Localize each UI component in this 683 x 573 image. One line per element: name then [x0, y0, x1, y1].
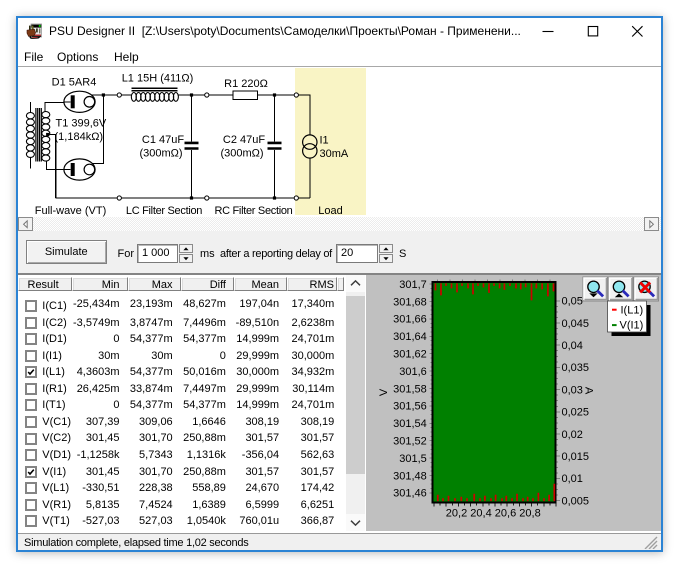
svg-text:20,8: 20,8	[519, 507, 540, 519]
svg-text:LC Filter Section: LC Filter Section	[125, 205, 201, 217]
svg-text:301,68: 301,68	[393, 296, 427, 308]
svg-text:V: V	[378, 388, 390, 396]
svg-text:(300mΩ): (300mΩ)	[220, 147, 263, 159]
svg-text:0,025: 0,025	[562, 406, 590, 418]
svg-text:T1 399,6V: T1 399,6V	[55, 117, 106, 129]
svg-text:20,2: 20,2	[446, 507, 467, 519]
svg-text:301,56: 301,56	[393, 400, 427, 412]
svg-text:30mA: 30mA	[319, 148, 348, 160]
svg-text:20,4: 20,4	[470, 507, 491, 519]
svg-text:301,58: 301,58	[393, 383, 427, 395]
svg-text:301,54: 301,54	[393, 418, 427, 430]
svg-text:Full-wave (VT): Full-wave (VT)	[34, 205, 106, 217]
svg-text:C1 47uF: C1 47uF	[141, 134, 183, 146]
svg-text:L1 15H (411Ω): L1 15H (411Ω)	[121, 72, 193, 84]
svg-text:20,6: 20,6	[495, 507, 516, 519]
svg-text:V(I1): V(I1)	[620, 319, 644, 331]
svg-text:0,01: 0,01	[562, 473, 583, 485]
svg-text:C2 47uF: C2 47uF	[222, 134, 264, 146]
svg-text:D1 5AR4: D1 5AR4	[51, 76, 96, 88]
svg-text:0,045: 0,045	[562, 317, 590, 329]
svg-text:0,03: 0,03	[562, 384, 583, 396]
svg-text:0,035: 0,035	[562, 362, 590, 374]
svg-text:301,5: 301,5	[399, 452, 427, 464]
svg-text:301,6: 301,6	[399, 365, 427, 377]
svg-text:Load: Load	[318, 205, 342, 217]
svg-text:0,005: 0,005	[562, 495, 590, 507]
svg-text:A: A	[583, 386, 595, 394]
svg-text:(300mΩ): (300mΩ)	[139, 147, 182, 159]
svg-text:301,62: 301,62	[393, 348, 427, 360]
svg-text:301,7: 301,7	[399, 278, 427, 290]
svg-text:301,48: 301,48	[393, 470, 427, 482]
svg-text:R1 220Ω: R1 220Ω	[224, 78, 268, 90]
svg-text:301,52: 301,52	[393, 435, 427, 447]
svg-text:301,46: 301,46	[393, 487, 427, 499]
svg-text:0,02: 0,02	[562, 428, 583, 440]
svg-text:0,05: 0,05	[562, 295, 583, 307]
svg-text:301,66: 301,66	[393, 313, 427, 325]
svg-text:I(L1): I(L1)	[621, 304, 644, 316]
svg-text:I1: I1	[319, 134, 328, 146]
svg-text:RC Filter Section: RC Filter Section	[214, 205, 292, 217]
svg-text:0,015: 0,015	[562, 451, 590, 463]
svg-text:301,64: 301,64	[393, 331, 427, 343]
svg-text:0,04: 0,04	[562, 340, 583, 352]
svg-text:(1,184kΩ): (1,184kΩ)	[54, 131, 103, 143]
